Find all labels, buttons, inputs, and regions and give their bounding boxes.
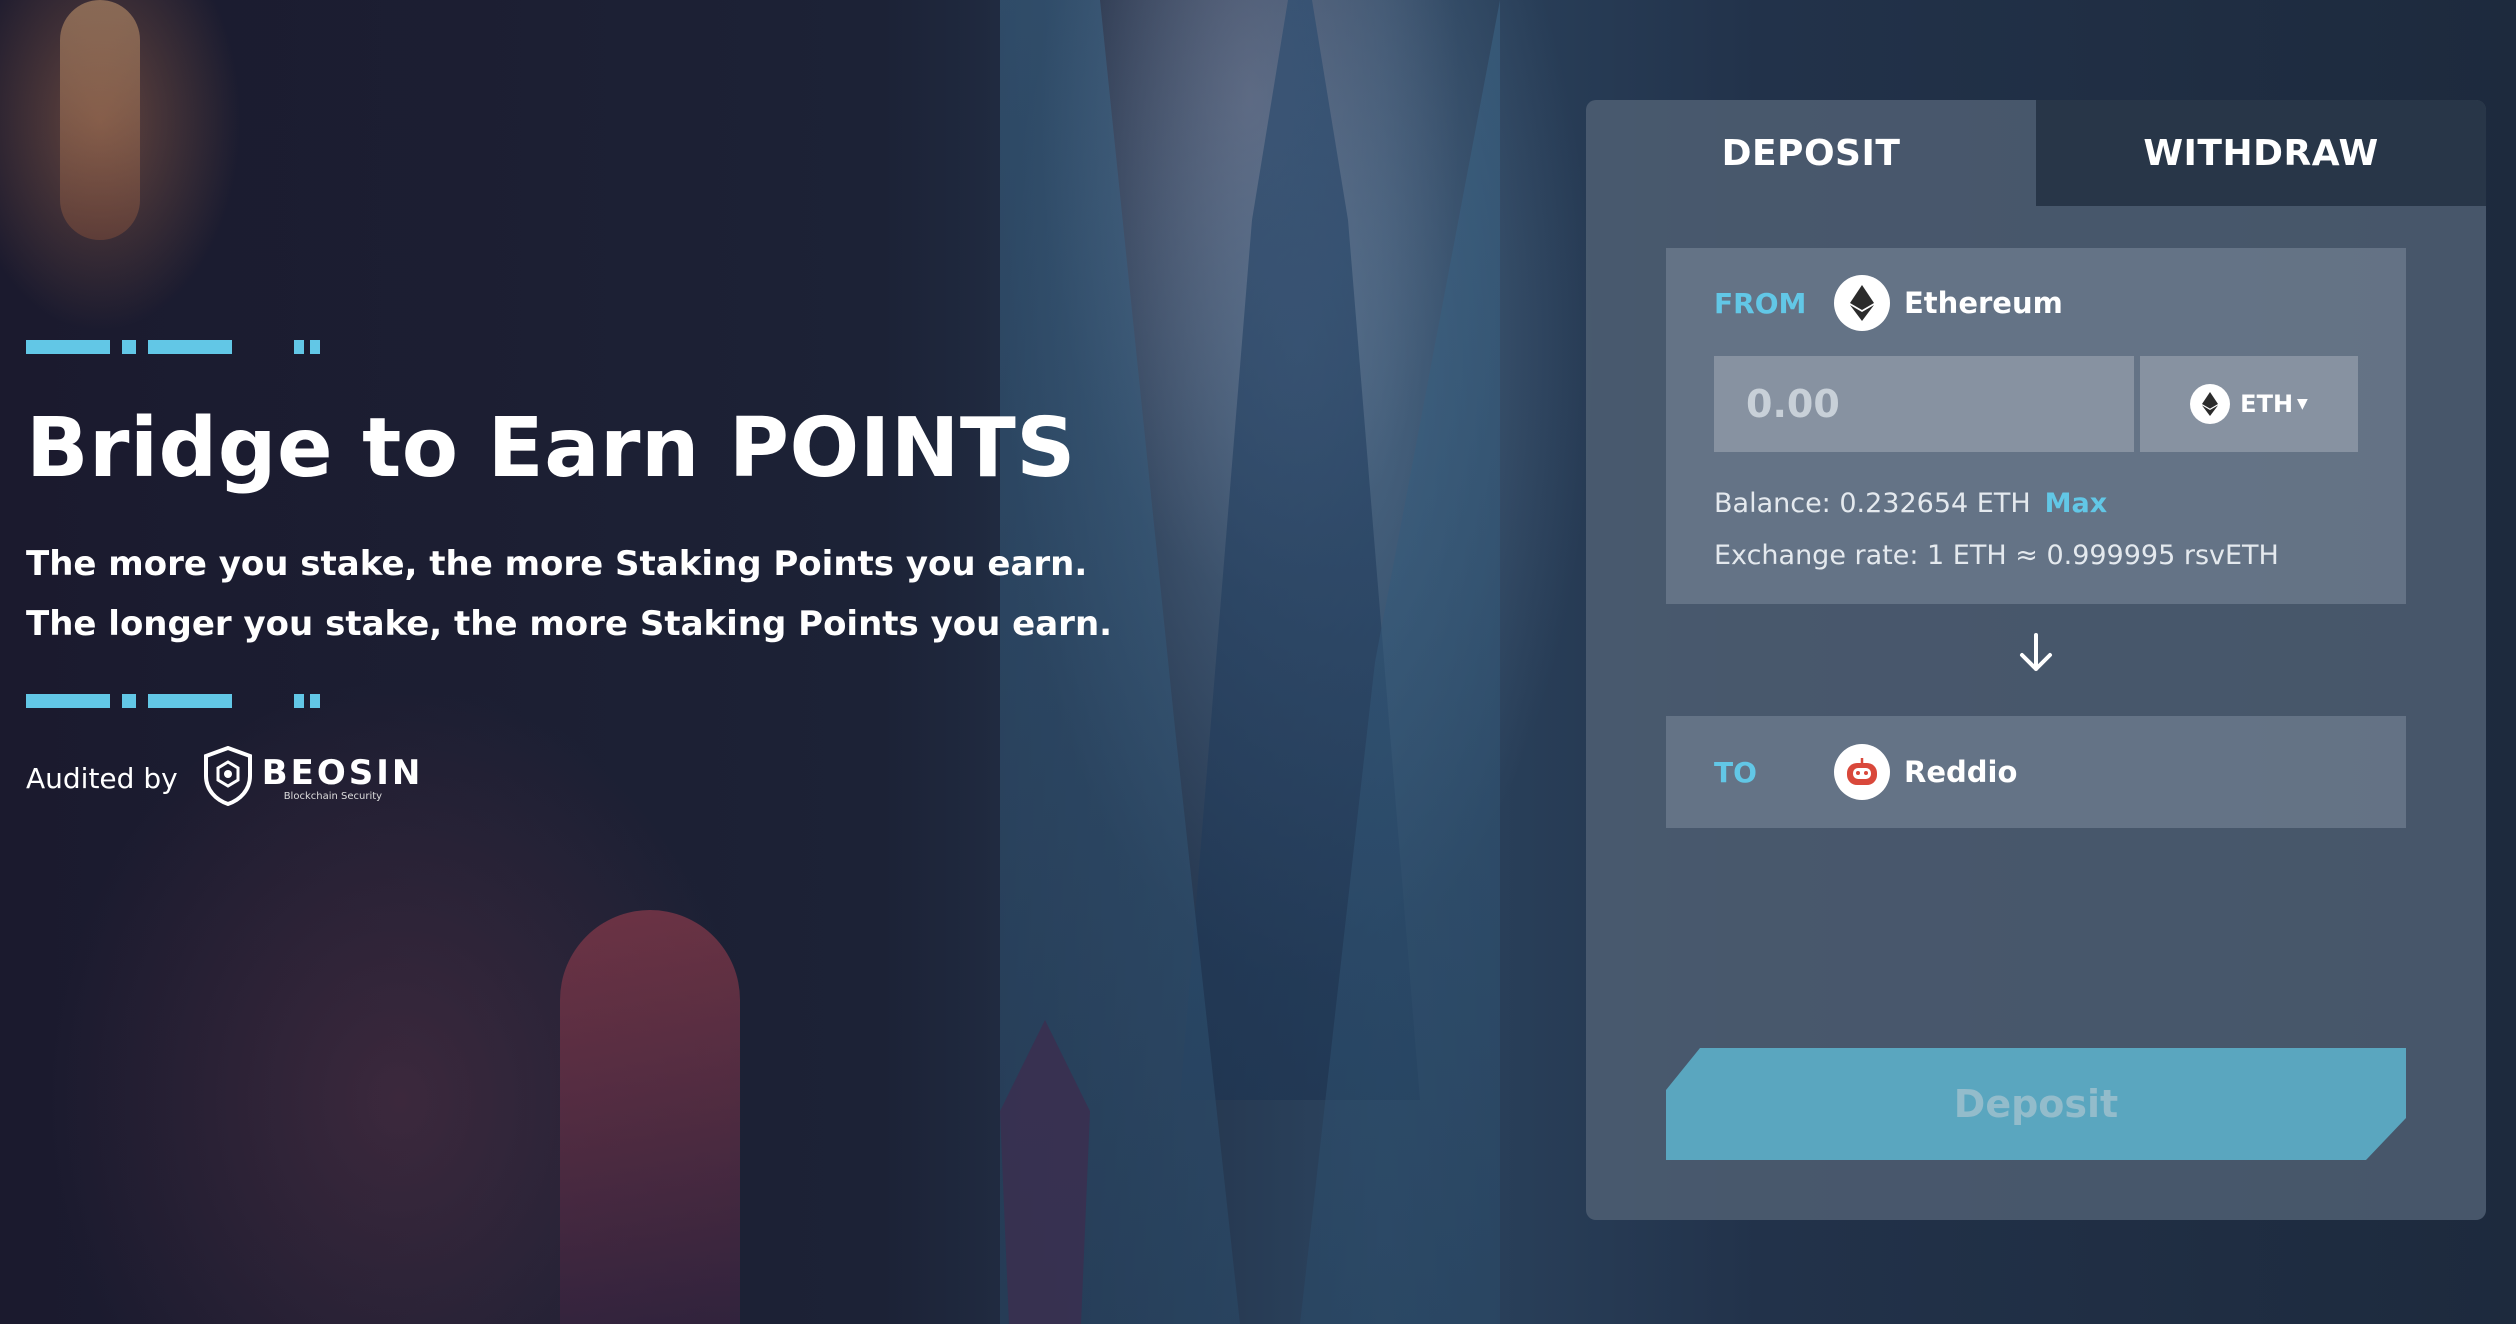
to-chain-name: Reddio xyxy=(1904,755,2018,789)
exchange-rate-text: Exchange rate: 1 ETH ≈ 0.999995 rsvETH xyxy=(1714,540,2279,571)
tab-deposit[interactable]: DEPOSIT xyxy=(1586,100,2036,206)
hero-description: The more you stake, the more Staking Poi… xyxy=(26,534,1126,654)
tab-withdraw[interactable]: WITHDRAW xyxy=(2036,100,2486,206)
decorative-dashes-bottom xyxy=(26,694,1126,708)
auditor-name: BEOSIN xyxy=(261,752,424,793)
balance-text: Balance: 0.232654 ETH xyxy=(1714,488,2031,519)
deposit-button[interactable]: Deposit xyxy=(1666,1048,2406,1160)
token-name: ETH xyxy=(2240,390,2294,418)
beosin-logo[interactable]: BEOSIN Blockchain Security xyxy=(202,745,424,810)
amount-input[interactable] xyxy=(1714,356,2134,452)
to-section: TO Reddio xyxy=(1666,716,2406,828)
auditor-tagline: Blockchain Security xyxy=(283,790,383,802)
max-button[interactable]: Max xyxy=(2045,488,2108,519)
balance-row: Balance: 0.232654 ETH Max xyxy=(1714,488,2107,519)
ethereum-icon xyxy=(1834,275,1890,331)
chevron-down-icon: ▼ xyxy=(2297,396,2308,412)
reddio-icon xyxy=(1834,744,1890,800)
decorative-dashes-top xyxy=(26,340,1126,354)
audit-badge: Audited by BEOSIN Blockchain Security xyxy=(26,745,1126,810)
hero-section: Bridge to Earn POINTS The more you stake… xyxy=(26,340,1126,810)
from-label: FROM xyxy=(1714,286,1807,320)
shield-icon xyxy=(202,745,254,810)
page-title: Bridge to Earn POINTS xyxy=(26,401,1076,496)
hero-line-2: The longer you stake, the more Staking P… xyxy=(26,604,1113,644)
bridge-panel: DEPOSIT WITHDRAW FROM Ethereum ETH xyxy=(1586,100,2486,1220)
eth-token-icon xyxy=(2190,384,2231,424)
tab-bar: DEPOSIT WITHDRAW xyxy=(1586,100,2486,206)
from-chain-name: Ethereum xyxy=(1904,286,2063,320)
hero-line-1: The more you stake, the more Staking Poi… xyxy=(26,544,1088,584)
to-label: TO xyxy=(1714,755,1757,789)
from-section: FROM Ethereum ETH ▼ Balance: 0.232654 ET xyxy=(1666,248,2406,604)
audited-by-label: Audited by xyxy=(26,761,178,795)
token-select[interactable]: ETH ▼ xyxy=(2140,356,2358,452)
arrow-down-icon xyxy=(2013,630,2059,676)
